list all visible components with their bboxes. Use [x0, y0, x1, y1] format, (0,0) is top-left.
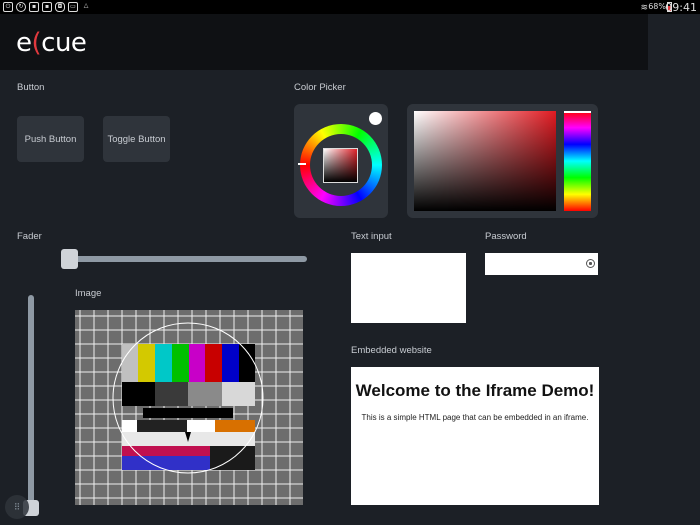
- embedded-iframe[interactable]: Welcome to the Iframe Demo! This is a si…: [351, 367, 599, 505]
- brand-prefix: e: [16, 28, 32, 58]
- brand-accent: (: [31, 28, 42, 58]
- embedded-website-label: Embedded website: [351, 345, 432, 356]
- color-box-panel: [407, 104, 598, 218]
- saturation-value-area[interactable]: [414, 111, 556, 211]
- text-input-field[interactable]: [351, 253, 466, 323]
- color-wheel-panel: [294, 104, 388, 218]
- horizontal-fader-knob[interactable]: [61, 249, 78, 269]
- text-input-label: Text input: [351, 231, 392, 242]
- iframe-heading: Welcome to the Iframe Demo!: [355, 381, 595, 400]
- iframe-paragraph: This is a simple HTML page that can be e…: [361, 413, 589, 422]
- hue-marker[interactable]: [298, 163, 306, 165]
- password-field[interactable]: [485, 253, 598, 275]
- color-handle[interactable]: [369, 112, 382, 125]
- toggle-button[interactable]: Toggle Button: [103, 116, 170, 162]
- floating-menu-icon[interactable]: ⠿: [5, 495, 29, 519]
- power-icon: ⏻: [3, 2, 13, 12]
- sb-box-icon: ▪: [29, 2, 39, 12]
- hue-slider[interactable]: [564, 111, 591, 211]
- refresh-icon: ↻: [16, 2, 26, 12]
- app-bar: [0, 14, 648, 70]
- brand-logo: e(cue: [16, 28, 87, 58]
- hue-slider-handle[interactable]: [564, 111, 591, 113]
- test-card-image: [75, 310, 303, 505]
- fader-label: Fader: [17, 231, 42, 242]
- battery-percent: 68%: [648, 2, 666, 11]
- drive-icon: △: [83, 2, 89, 9]
- password-label: Password: [485, 231, 527, 242]
- clock: 09:41: [665, 1, 697, 14]
- horizontal-fader-track[interactable]: [62, 256, 307, 262]
- sb-box2-icon: ▪: [42, 2, 52, 12]
- android-icon: ◘: [55, 2, 65, 12]
- push-button[interactable]: Push Button: [17, 116, 84, 162]
- vertical-fader-track[interactable]: [28, 295, 34, 515]
- button-section-label: Button: [17, 82, 45, 93]
- wifi-icon: ≋: [640, 2, 648, 12]
- brand-suffix: cue: [41, 28, 87, 58]
- color-wheel-square[interactable]: [323, 148, 358, 183]
- color-picker-label: Color Picker: [294, 82, 346, 93]
- tablet-icon: ▭: [68, 2, 78, 12]
- color-wheel[interactable]: [298, 112, 382, 211]
- eye-icon[interactable]: [586, 259, 595, 268]
- image-label: Image: [75, 288, 102, 299]
- status-bar: ⏻ ↻ ▪ ▪ ◘ ▭ △ ≋ 68% 09:41: [0, 0, 700, 14]
